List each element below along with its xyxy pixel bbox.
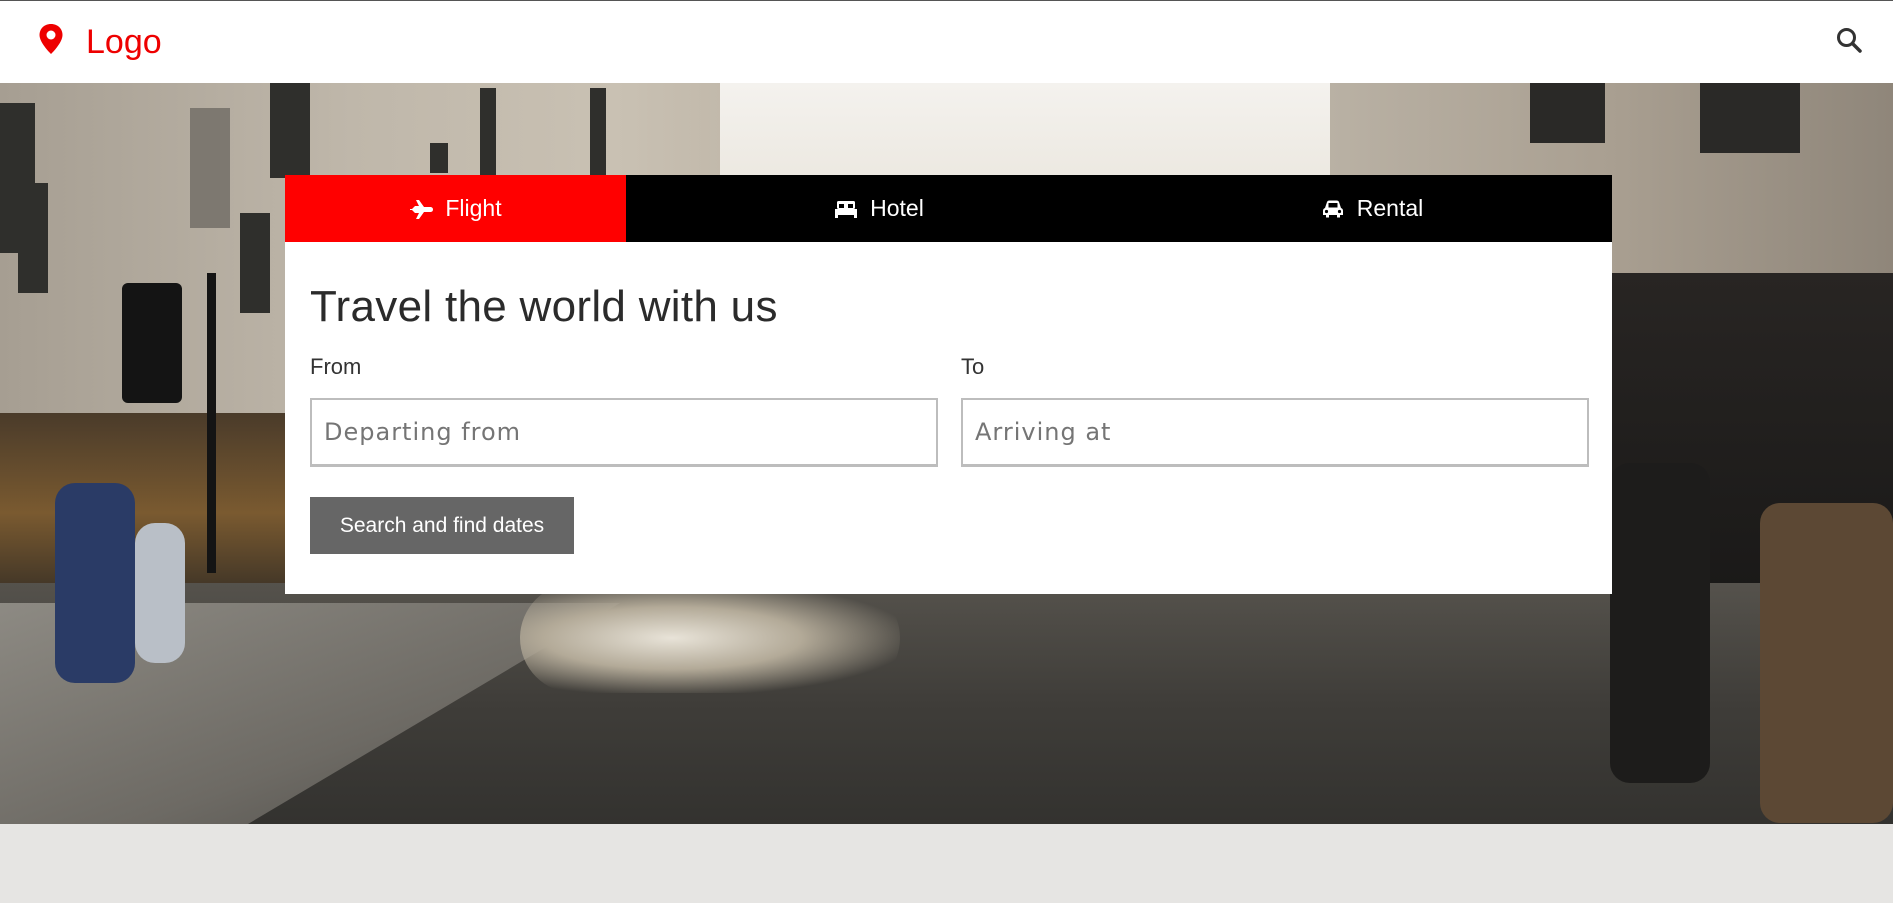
tab-flight-label: Flight: [445, 195, 502, 221]
arriving-at-input[interactable]: [961, 398, 1589, 467]
blurred-car: [520, 583, 900, 693]
search-button[interactable]: [1827, 20, 1871, 64]
search-dates-button[interactable]: Search and find dates: [310, 497, 574, 554]
from-field-group: From: [310, 354, 938, 467]
car-icon: [1321, 199, 1345, 219]
tab-hotel-label: Hotel: [870, 195, 924, 221]
to-label: To: [961, 354, 985, 379]
search-icon: [1836, 27, 1862, 58]
logo-text: Logo: [86, 22, 162, 61]
tab-flight[interactable]: Flight: [285, 175, 626, 242]
pedestrian: [1760, 503, 1893, 823]
plane-icon: [409, 199, 434, 219]
pedestrian: [55, 483, 135, 683]
departing-from-input[interactable]: [310, 398, 938, 467]
from-label: From: [310, 354, 362, 379]
tab-rental[interactable]: Rental: [1132, 175, 1612, 242]
top-navigation-bar: Logo: [0, 0, 1893, 83]
pedestrian: [135, 523, 185, 663]
tab-rental-label: Rental: [1356, 195, 1424, 221]
pedestrian: [1610, 463, 1710, 783]
traffic-light: [122, 283, 182, 403]
bed-icon: [834, 199, 858, 219]
booking-tabs: Flight Hotel Rental: [285, 175, 1612, 242]
to-field-group: To: [961, 354, 1589, 467]
tab-hotel[interactable]: Hotel: [626, 175, 1132, 242]
page-title: Travel the world with us: [310, 282, 778, 331]
street-pole: [207, 273, 216, 573]
map-pin-icon: [38, 23, 64, 55]
booking-panel: Flight Hotel Rental Travel the world wit…: [285, 175, 1612, 594]
route-fields: From To: [310, 354, 1589, 467]
logo-link[interactable]: Logo: [38, 23, 162, 62]
flight-search-form: Travel the world with us From To Search …: [285, 242, 1612, 554]
